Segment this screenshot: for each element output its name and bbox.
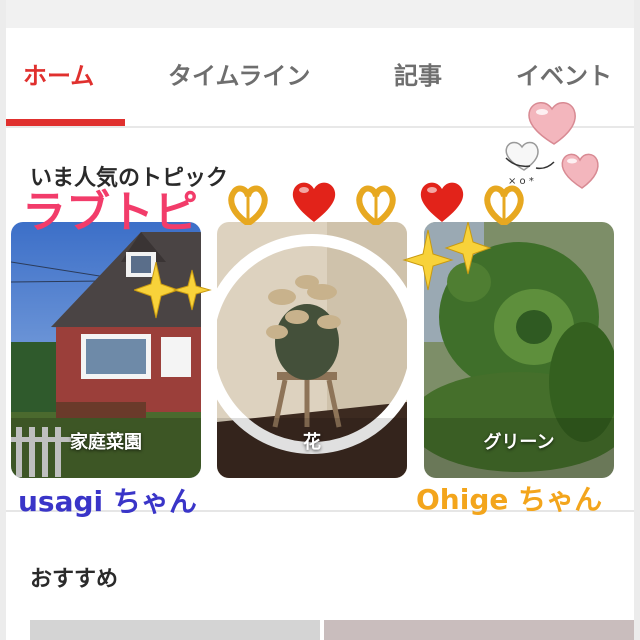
topic-card-label: 花: [303, 432, 321, 453]
status-strip: [6, 0, 634, 28]
recommended-title: おすすめ: [30, 567, 119, 592]
pink-heart-icon: [528, 102, 576, 145]
active-tab-indicator: [6, 119, 125, 126]
topic-card-label: 家庭菜園: [70, 432, 142, 453]
overlay-name-left: usagi ちゃん: [18, 485, 197, 518]
topic-card-flowers[interactable]: 花: [217, 222, 407, 478]
sparkles-icon: [402, 222, 492, 291]
overlay-name-right: Ohige ちゃん: [416, 483, 603, 516]
tab-articles[interactable]: 記事: [394, 56, 442, 91]
tab-events[interactable]: イベント: [516, 56, 612, 91]
tab-timeline[interactable]: タイムライン: [168, 56, 310, 91]
svg-text:× o *: × o *: [508, 176, 534, 187]
folded-hands-heart-icon: [228, 185, 268, 225]
pink-heart-icon: [561, 153, 599, 189]
pink-hearts-sticker: × o *: [505, 102, 599, 189]
topic-card-label: グリーン: [483, 432, 555, 453]
folded-hands-heart-icon: [484, 185, 524, 225]
overlay-heading: ラブトピ: [22, 187, 198, 238]
app-screen: ホーム タイムライン 記事 イベント いま人気のトピック 家庭菜園 花 グリーン…: [6, 0, 634, 640]
folded-hands-heart-icon: [356, 185, 396, 225]
topic-card-home-garden[interactable]: 家庭菜園: [11, 222, 201, 478]
red-heart-icon: [292, 182, 336, 222]
recommended-thumb[interactable]: [30, 620, 320, 640]
sparkles-icon: [134, 262, 212, 319]
recommended-thumb[interactable]: [324, 620, 634, 640]
tab-home[interactable]: ホーム: [23, 56, 94, 91]
red-heart-icon: [420, 182, 464, 222]
